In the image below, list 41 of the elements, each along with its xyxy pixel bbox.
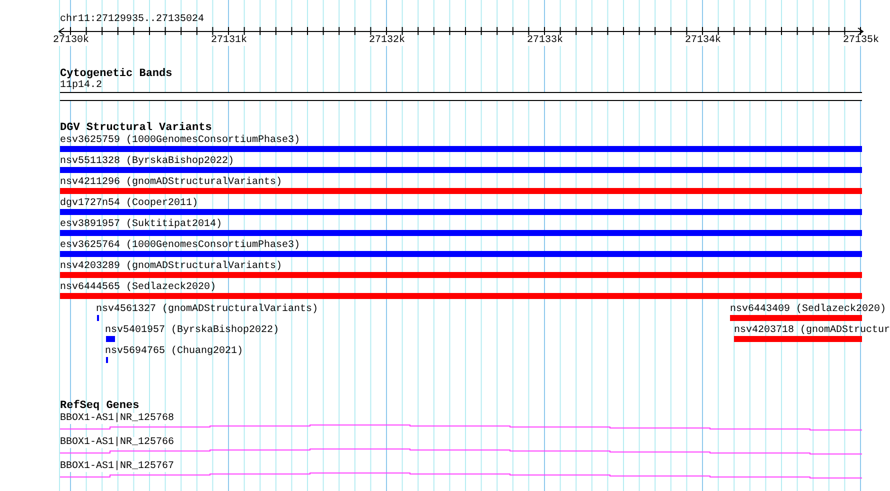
variant-label: esv3625764 (1000GenomesConsortiumPhase3)	[60, 240, 300, 251]
variant-label: nsv5511328 (ByrskaBishop2022)	[60, 156, 234, 167]
variant-bar[interactable]	[730, 315, 862, 321]
variant-bar[interactable]	[60, 209, 862, 215]
variant-bar[interactable]	[60, 230, 862, 236]
variant-bar[interactable]	[60, 167, 862, 173]
ruler-tick-label: 27130k	[53, 35, 89, 46]
variant-label: nsv6443409 (Sedlazeck2020)	[730, 304, 886, 315]
variant-bar[interactable]	[60, 293, 862, 299]
variant-label: nsv4561327 (gnomADStructuralVariants)	[96, 304, 318, 315]
variant-label: nsv5401957 (ByrskaBishop2022)	[105, 325, 280, 336]
variant-label: nsv5694765 (Chuang2021)	[105, 346, 244, 357]
variant-bar[interactable]	[60, 251, 862, 257]
gene-label: BBOX1-AS1|NR_125768	[60, 413, 174, 424]
variant-label: nsv4203289 (gnomADStructuralVariants)	[60, 261, 282, 272]
variant-label: nsv4211296 (gnomADStructuralVariants)	[60, 177, 282, 188]
variant-label: dgv1727n54 (Cooper2011)	[60, 198, 198, 209]
location-label: chr11:27129935..27135024	[60, 14, 204, 25]
ruler-tick-label: 27131k	[211, 35, 247, 46]
ruler-tick-label: 27135k	[843, 35, 879, 46]
band-label: 11p14.2	[60, 80, 102, 91]
gene-label: BBOX1-AS1|NR_125767	[60, 461, 174, 472]
gene-label: BBOX1-AS1|NR_125766	[60, 437, 174, 448]
variant-label: esv3891957 (Suktitipat2014)	[60, 219, 222, 230]
variant-label: nsv6444565 (Sedlazeck2020)	[60, 282, 216, 293]
gene-model-line[interactable]	[60, 472, 862, 479]
ruler-tick-label: 27133k	[527, 35, 563, 46]
variant-bar[interactable]	[60, 146, 862, 152]
track-title: Cytogenetic Bands	[60, 68, 172, 80]
variant-label: esv3625759 (1000GenomesConsortiumPhase3)	[60, 135, 300, 146]
track-title: DGV Structural Variants	[60, 122, 212, 134]
variant-bar[interactable]	[60, 188, 862, 194]
gene-model-line[interactable]	[60, 424, 862, 431]
track-title: RefSeq Genes	[60, 400, 140, 412]
variant-bar[interactable]	[106, 336, 115, 342]
variant-bar[interactable]	[734, 336, 862, 342]
ruler-tick-label: 27134k	[685, 35, 721, 46]
gene-model-line[interactable]	[60, 448, 862, 455]
variant-label: nsv4203718 (gnomADStructur	[734, 325, 890, 336]
ruler-tick-label: 27132k	[369, 35, 405, 46]
variant-bar[interactable]	[60, 272, 862, 278]
